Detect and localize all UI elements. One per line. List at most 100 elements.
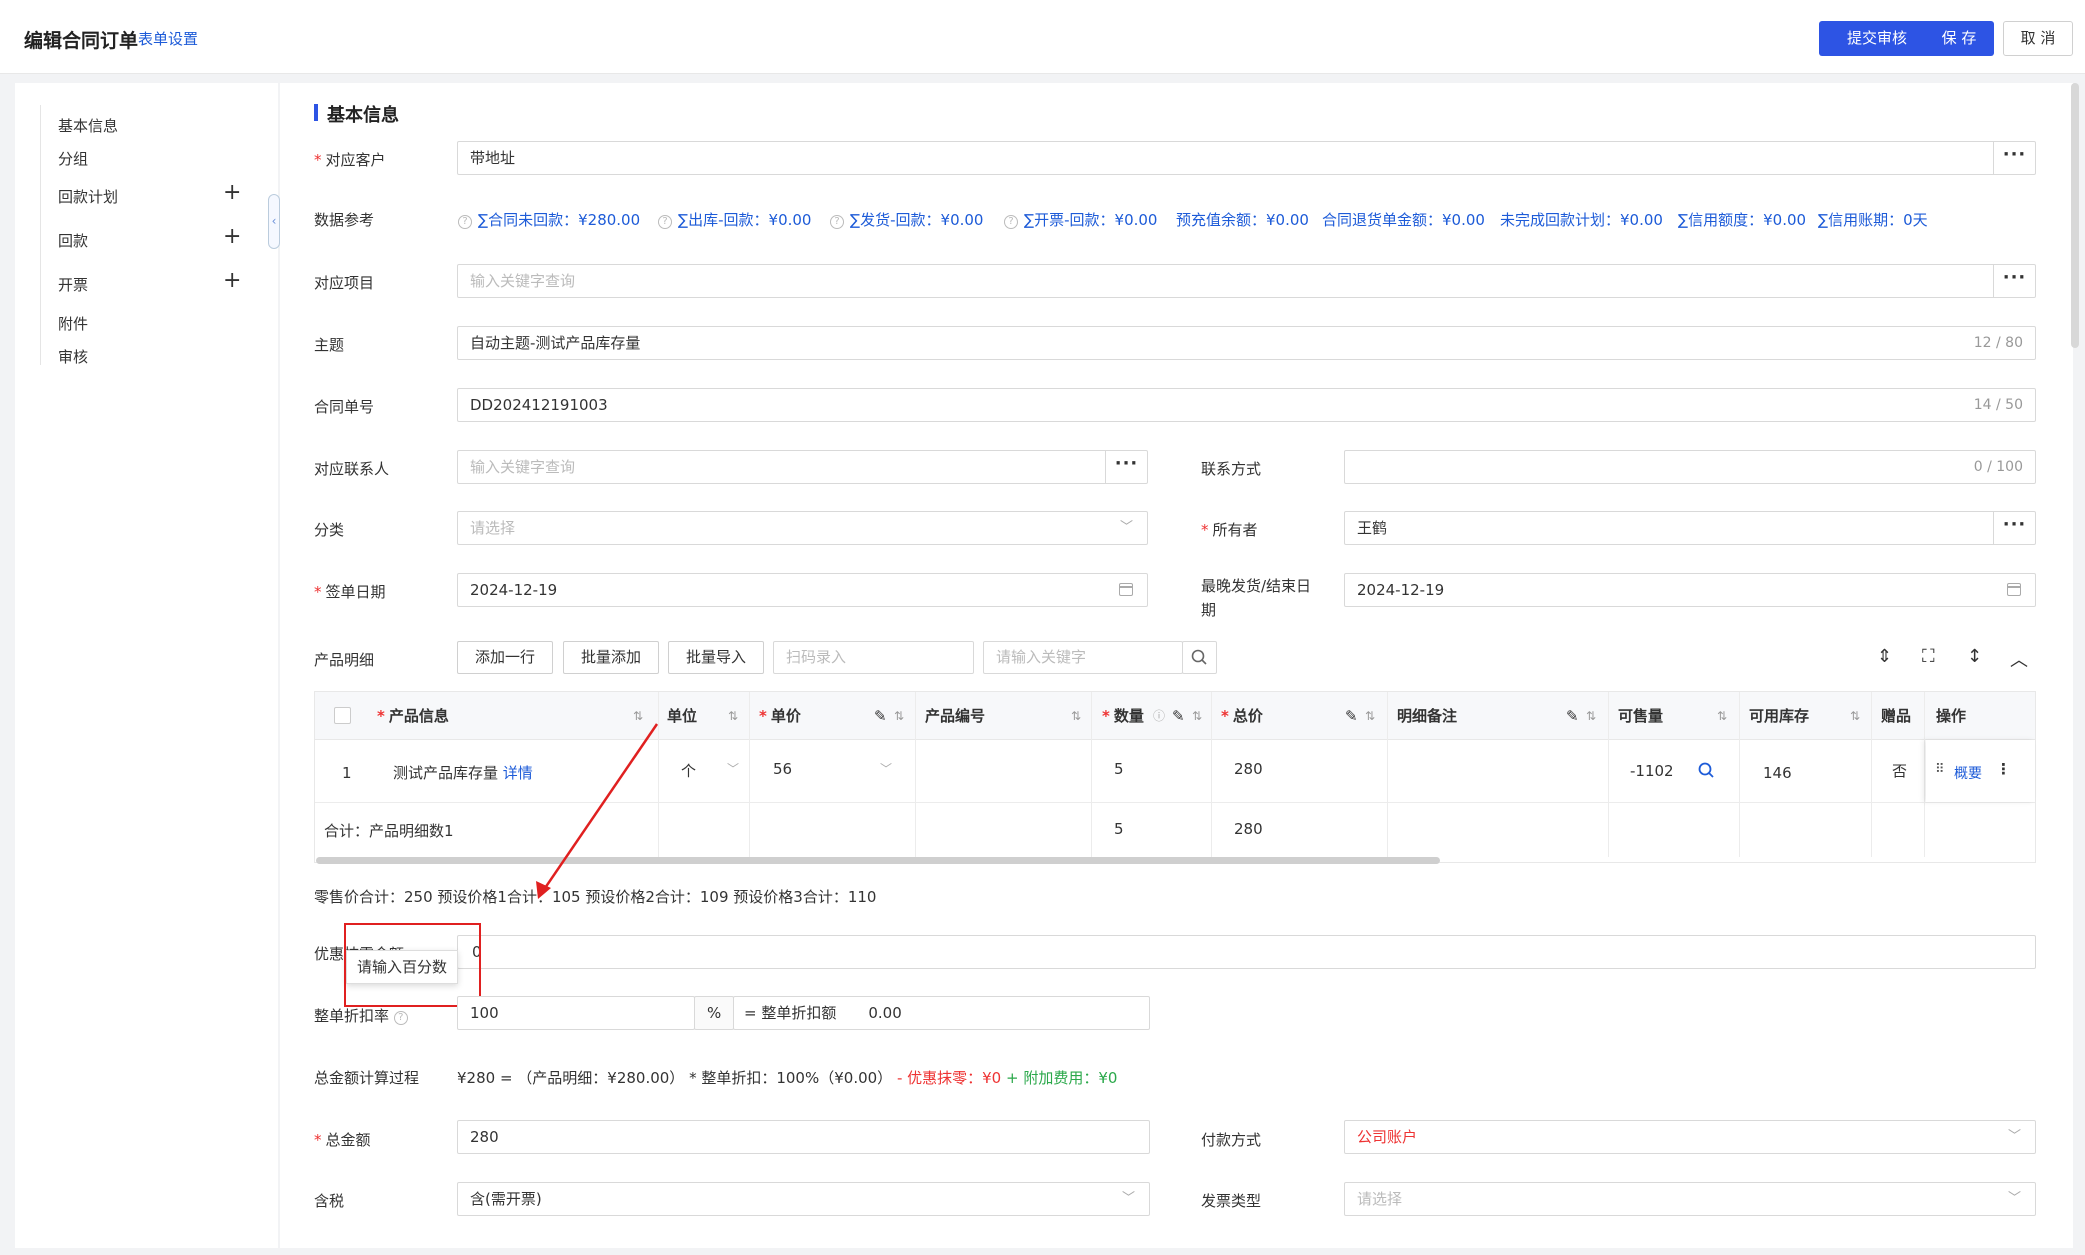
header-qty[interactable]: * 数量 [1102, 692, 1144, 740]
fullscreen-icon[interactable]: ⛶ [1922, 646, 1935, 667]
payment-method-select[interactable]: 公司账户 ﹀ [1344, 1120, 2036, 1154]
customer-field[interactable]: 带地址 ··· [457, 141, 2036, 175]
contact-field[interactable]: 输入关键字查询 ··· [457, 450, 1148, 484]
sidebar-item-group[interactable]: 分组 [58, 148, 88, 169]
select-all-checkbox[interactable] [334, 707, 351, 724]
sort-icon[interactable]: ⇅ [1192, 692, 1202, 740]
overall-discount-field[interactable]: 100 [457, 996, 695, 1030]
edit-icon[interactable]: ✎ [1172, 692, 1185, 740]
help-icon: ? [458, 215, 472, 229]
header-saleable[interactable]: 可售量 [1618, 692, 1663, 740]
data-ref-item[interactable]: 预充值余额：¥0.00 [1176, 209, 1309, 230]
collapse-up-icon[interactable]: ︿ [2010, 646, 2028, 672]
batch-add-button[interactable]: 批量添加 [563, 641, 659, 674]
sidebar-item-payment[interactable]: 回款 [58, 230, 88, 251]
sidebar-item-invoice[interactable]: 开票 [58, 274, 88, 295]
project-field[interactable]: 输入关键字查询 ··· [457, 264, 2036, 298]
help-icon[interactable]: ? [393, 1011, 408, 1025]
sort-icon[interactable]: ⇅ [894, 692, 904, 740]
sidebar-item-basic-info[interactable]: 基本信息 [58, 115, 118, 136]
edit-icon[interactable]: ✎ [1566, 692, 1579, 740]
summary-link[interactable]: 概要 [1954, 763, 1982, 783]
sort-icon[interactable]: ⇅ [1850, 692, 1860, 740]
form-settings-link[interactable]: 表单设置 [138, 28, 198, 49]
batch-import-button[interactable]: 批量导入 [668, 641, 764, 674]
discount-zero-field[interactable]: 0 [457, 935, 2036, 969]
subject-field[interactable]: 自动主题-测试产品库存量 12 / 80 [457, 326, 2036, 360]
owner-more-button[interactable]: ··· [1993, 512, 2035, 544]
data-ref-item[interactable]: 合同退货单金额：¥0.00 [1322, 209, 1485, 230]
scan-input[interactable]: 扫码录入 [773, 641, 974, 674]
sidebar-item-attachment[interactable]: 附件 [58, 313, 88, 334]
data-ref-item[interactable]: ? ∑出库-回款：¥0.00 [658, 209, 811, 230]
latest-date-field[interactable]: 2024-12-19 [1344, 573, 2036, 607]
sort-icon[interactable]: ⇅ [1717, 692, 1727, 740]
horizontal-scrollbar[interactable] [316, 857, 1440, 864]
payment-plan-add-icon[interactable]: + [223, 182, 241, 204]
contact-method-field[interactable]: 0 / 100 [1344, 450, 2036, 484]
sidebar-item-review[interactable]: 审核 [58, 346, 88, 367]
total-amount-field[interactable]: 280 [457, 1120, 1150, 1154]
data-ref-item[interactable]: ? ∑发货-回款：¥0.00 [830, 209, 983, 230]
chevron-down-icon: ﹀ [2007, 1191, 2021, 1206]
product-detail-link[interactable]: 详情 [503, 764, 533, 782]
sign-date-field[interactable]: 2024-12-19 [457, 573, 1148, 607]
invoice-type-select[interactable]: 请选择 ﹀ [1344, 1182, 2036, 1216]
sort-icon[interactable]: ⇅ [1365, 692, 1375, 740]
project-more-button[interactable]: ··· [1993, 265, 2035, 297]
total-cell[interactable]: 280 [1234, 760, 1263, 778]
column-divider [1211, 692, 1212, 857]
sort-icon[interactable]: ⇅ [1586, 692, 1596, 740]
header-price[interactable]: * 单价 [759, 692, 801, 740]
row-height-icon[interactable]: ⇕ [1877, 646, 1892, 667]
payment-add-icon[interactable]: + [223, 226, 241, 248]
header-product-code[interactable]: 产品编号 [925, 692, 985, 740]
gift-cell[interactable]: 否 [1892, 760, 1907, 781]
keyword-input[interactable]: 请输入关键字 [983, 641, 1183, 674]
add-row-button[interactable]: 添加一行 [457, 641, 553, 674]
price-select[interactable]: 56 ﹀ [773, 760, 892, 778]
data-ref-item[interactable]: ? ∑开票-回款：¥0.00 [1004, 209, 1157, 230]
sort-icon[interactable]: ⇅ [1071, 692, 1081, 740]
edit-icon[interactable]: ✎ [1345, 692, 1358, 740]
summary-label: 合计：产品明细数1 [324, 822, 454, 840]
drag-handle-icon[interactable]: ⠿ [1935, 762, 1945, 777]
unit-select[interactable]: 个 ﹀ [681, 760, 739, 781]
sort-icon[interactable]: ⇅ [633, 692, 643, 740]
save-button[interactable]: 保 存 [1924, 21, 1994, 56]
qty-cell[interactable]: 5 [1114, 760, 1124, 778]
search-icon[interactable] [1697, 761, 1717, 785]
data-ref-item[interactable]: 未完成回款计划：¥0.00 [1500, 209, 1663, 230]
contract-no-field[interactable]: DD202412191003 14 / 50 [457, 388, 2036, 422]
header-unit[interactable]: 单位 [667, 692, 697, 740]
header-remark[interactable]: 明细备注 [1397, 692, 1457, 740]
category-select[interactable]: 请选择 ﹀ [457, 511, 1148, 545]
vertical-scrollbar[interactable] [2071, 83, 2079, 348]
sidebar-item-payment-plan[interactable]: 回款计划 [58, 186, 118, 207]
expand-vertical-icon[interactable]: ↕ [1967, 646, 1982, 667]
contact-method-label: 联系方式 [1201, 460, 1262, 478]
help-icon[interactable]: ⓘ [1153, 692, 1165, 740]
data-ref-item[interactable]: ? ∑合同未回款：¥280.00 [458, 209, 640, 230]
sidebar-collapse-handle[interactable]: ‹ [268, 194, 280, 249]
tax-select[interactable]: 含(需开票) ﹀ [457, 1182, 1150, 1216]
category-label: 分类 [314, 521, 345, 539]
sort-icon[interactable]: ⇅ [728, 692, 738, 740]
header-product-info[interactable]: * 产品信息 [377, 692, 449, 740]
search-button[interactable] [1182, 641, 1217, 674]
edit-icon[interactable]: ✎ [874, 692, 887, 740]
more-actions-icon[interactable]: ⋮ [1996, 760, 2011, 778]
header-gift[interactable]: 赠品 [1881, 692, 1911, 740]
header-total[interactable]: * 总价 [1221, 692, 1263, 740]
data-ref-item[interactable]: ∑信用额度：¥0.00 [1678, 209, 1806, 230]
invoice-add-icon[interactable]: + [223, 270, 241, 292]
cancel-button[interactable]: 取 消 [2003, 21, 2073, 56]
owner-field[interactable]: 王鹤 ··· [1344, 511, 2036, 545]
column-divider [749, 692, 750, 857]
submit-review-button[interactable]: 提交审核 [1819, 21, 1935, 56]
data-ref-item[interactable]: ∑信用账期：0天 [1818, 209, 1928, 230]
annotation-box [344, 923, 481, 1007]
contact-more-button[interactable]: ··· [1105, 451, 1147, 483]
customer-more-button[interactable]: ··· [1993, 142, 2035, 174]
header-stock[interactable]: 可用库存 [1749, 692, 1809, 740]
